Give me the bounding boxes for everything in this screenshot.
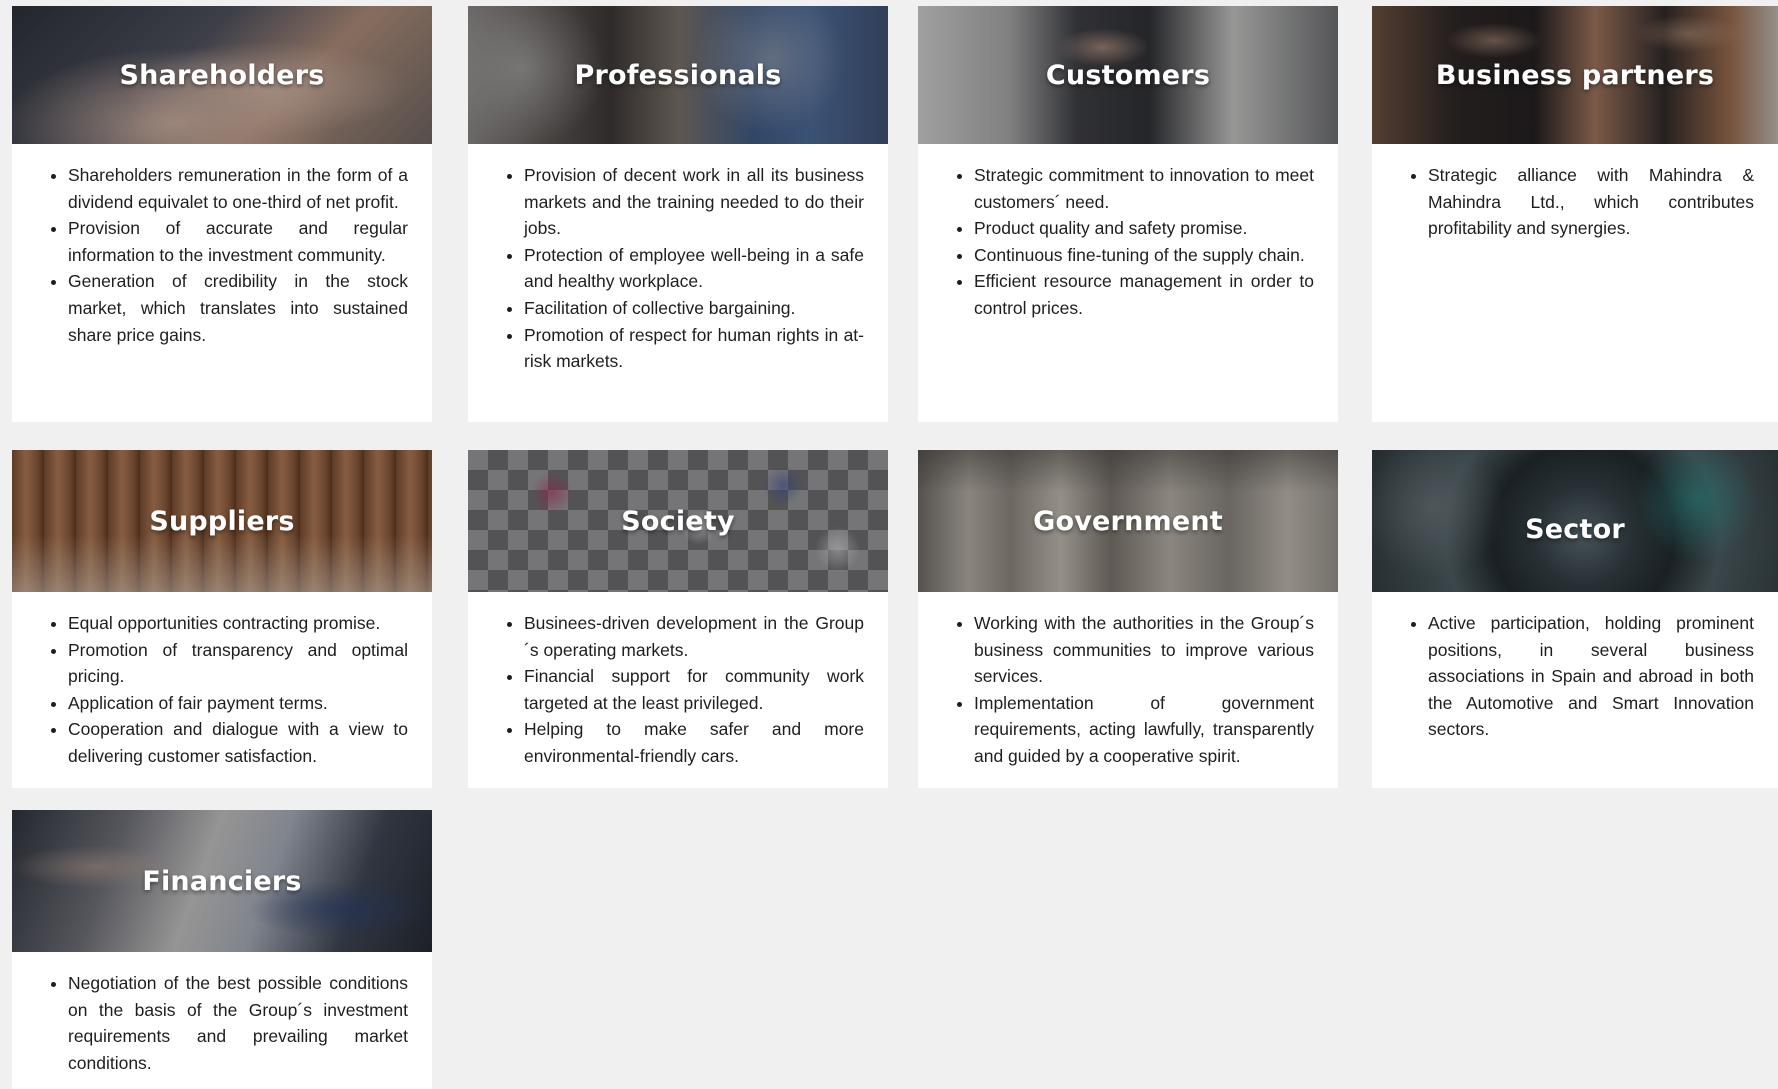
card-title: Customers [1045, 59, 1211, 91]
card-government: Government Working with the authorities … [918, 450, 1338, 788]
bullet-list: Provision of decent work in all its busi… [492, 162, 864, 375]
bullet-list: Working with the authorities in the Grou… [942, 610, 1314, 770]
list-item: Efficient resource management in order t… [974, 268, 1314, 321]
card-financiers: Financiers Negotiation of the best possi… [12, 810, 432, 1089]
business-partners-header-image: Business partners [1372, 6, 1778, 144]
bullet-list: Negotiation of the best possible conditi… [36, 970, 408, 1076]
professionals-header-image: Professionals [468, 6, 888, 144]
card-title: Shareholders [119, 59, 325, 91]
list-item: Promotion of respect for human rights in… [524, 322, 864, 375]
bullet-list: Equal opportunities contracting promise.… [36, 610, 408, 770]
card-shareholders: Shareholders Shareholders remuneration i… [12, 6, 432, 422]
customers-header-image: Customers [918, 6, 1338, 144]
list-item: Product quality and safety promise. [974, 215, 1314, 242]
sector-header-image: Sector [1372, 450, 1778, 592]
card-society: Society Businees-driven development in t… [468, 450, 888, 788]
card-business-partners: Business partners Strategic alliance wit… [1372, 6, 1778, 422]
list-item: Cooperation and dialogue with a view to … [68, 716, 408, 769]
card-title: Professionals [574, 59, 782, 91]
list-item: Businees-driven development in the Group… [524, 610, 864, 663]
list-item: Strategic commitment to innovation to me… [974, 162, 1314, 215]
list-item: Shareholders remuneration in the form of… [68, 162, 408, 215]
list-item: Equal opportunities contracting promise. [68, 610, 408, 637]
bullet-list: Strategic commitment to innovation to me… [942, 162, 1314, 322]
list-item: Active participation, holding prominent … [1428, 610, 1754, 743]
card-title: Financiers [142, 865, 302, 897]
list-item: Protection of employee well-being in a s… [524, 242, 864, 295]
card-suppliers: Suppliers Equal opportunities contractin… [12, 450, 432, 788]
card-professionals: Professionals Provision of decent work i… [468, 6, 888, 422]
card-title: Business partners [1435, 59, 1715, 91]
list-item: Application of fair payment terms. [68, 690, 408, 717]
card-title: Sector [1525, 513, 1625, 545]
list-item: Promotion of transparency and optimal pr… [68, 637, 408, 690]
card-sector: Sector Active participation, holding pro… [1372, 450, 1778, 788]
list-item: Working with the authorities in the Grou… [974, 610, 1314, 690]
list-item: Generation of credibility in the stock m… [68, 268, 408, 348]
list-item: Provision of decent work in all its busi… [524, 162, 864, 242]
financiers-header-image: Financiers [12, 810, 432, 952]
bullet-list: Shareholders remuneration in the form of… [36, 162, 408, 348]
card-title: Government [1033, 505, 1223, 537]
card-customers: Customers Strategic commitment to innova… [918, 6, 1338, 422]
list-item: Continuous fine-tuning of the supply cha… [974, 242, 1314, 269]
government-header-image: Government [918, 450, 1338, 592]
list-item: Facilitation of collective bargaining. [524, 295, 864, 322]
bullet-list: Strategic alliance with Mahindra & Mahin… [1396, 162, 1754, 242]
suppliers-header-image: Suppliers [12, 450, 432, 592]
list-item: Provision of accurate and regular inform… [68, 215, 408, 268]
card-title: Society [621, 505, 735, 537]
list-item: Implementation of government requirement… [974, 690, 1314, 770]
list-item: Strategic alliance with Mahindra & Mahin… [1428, 162, 1754, 242]
bullet-list: Active participation, holding prominent … [1396, 610, 1754, 743]
bullet-list: Businees-driven development in the Group… [492, 610, 864, 770]
list-item: Helping to make safer and more environme… [524, 716, 864, 769]
shareholders-header-image: Shareholders [12, 6, 432, 144]
card-title: Suppliers [149, 505, 295, 537]
list-item: Financial support for community work tar… [524, 663, 864, 716]
list-item: Negotiation of the best possible conditi… [68, 970, 408, 1076]
society-header-image: Society [468, 450, 888, 592]
